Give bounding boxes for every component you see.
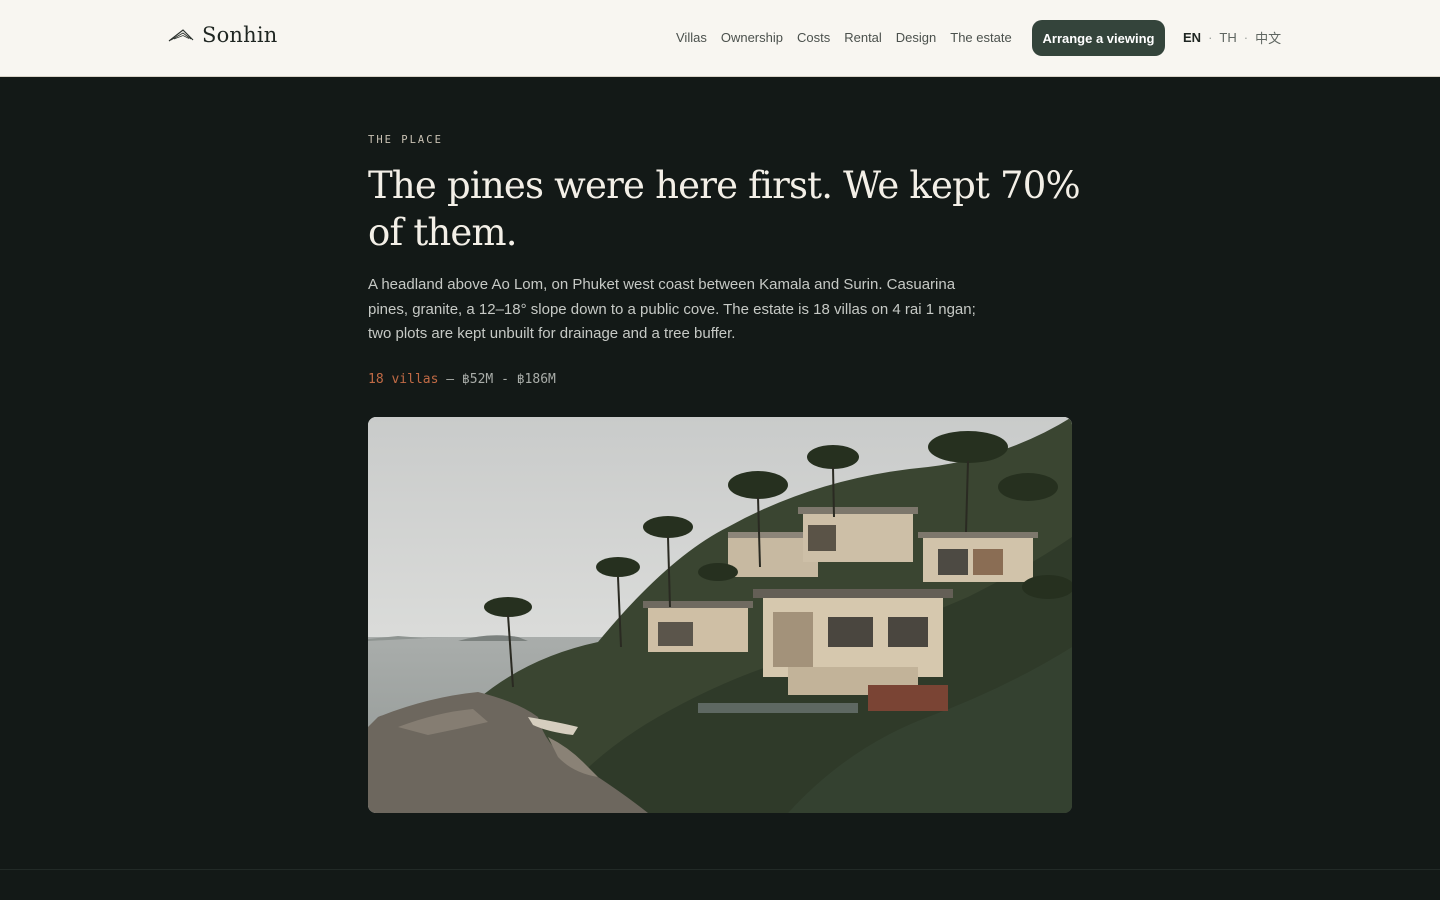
villa-count: 18 villas [368,372,439,387]
language-en[interactable]: EN [1183,30,1201,45]
language-switcher: EN · TH · 中文 [1183,0,1281,75]
brand-logo[interactable]: Sonhin [168,20,278,50]
estate-illustration [368,417,1072,813]
price-range: — ฿52M - ฿186M [446,372,556,387]
main-nav: Villas Ownership Costs Rental Design The… [676,0,1012,75]
estate-photo [368,417,1072,813]
nav-costs[interactable]: Costs [797,30,830,45]
section-divider [0,869,1440,870]
nav-the-estate[interactable]: The estate [950,30,1011,45]
language-zh[interactable]: 中文 [1255,28,1281,47]
language-th[interactable]: TH [1219,30,1236,45]
arrange-viewing-button[interactable]: Arrange a viewing [1032,20,1165,56]
nav-villas[interactable]: Villas [676,30,707,45]
section-eyebrow: THE PLACE [368,134,443,146]
villa-summary: 18 villas — ฿52M - ฿186M [368,372,556,387]
brand-name: Sonhin [202,23,278,47]
language-separator: · [1243,30,1249,45]
nav-rental[interactable]: Rental [844,30,882,45]
nav-ownership[interactable]: Ownership [721,30,783,45]
section-headline: The pines were here first. We kept 70% o… [368,164,1081,254]
section-intro: A headland above Ao Lom, on Phuket west … [368,276,976,342]
nav-design[interactable]: Design [896,30,936,45]
language-separator: · [1208,30,1213,45]
place-section: THE PLACE The pines were here first. We … [0,77,1440,900]
mountain-logo-icon [168,29,194,42]
site-header: Sonhin Villas Ownership Costs Rental Des… [0,0,1440,77]
